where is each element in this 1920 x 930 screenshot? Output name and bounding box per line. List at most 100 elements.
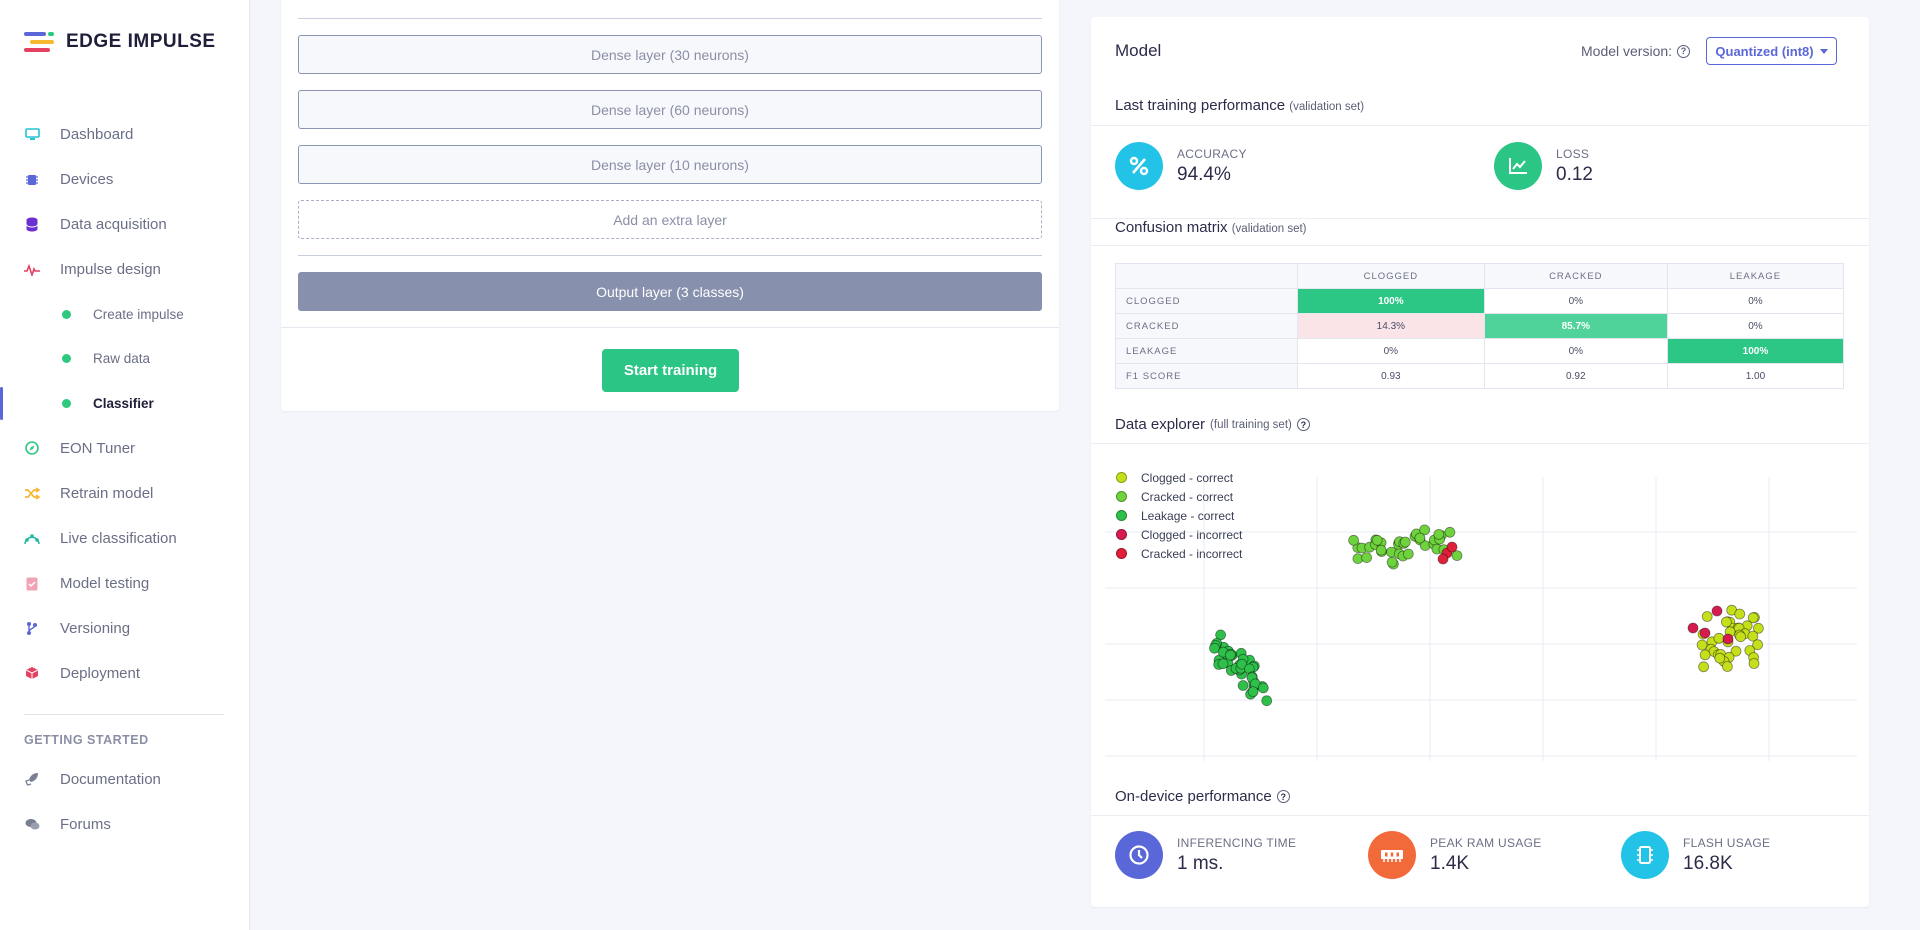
legend-item[interactable]: Cracked - correct: [1116, 487, 1242, 506]
clogged-correct-point[interactable]: [1722, 661, 1733, 672]
sidebar-item-eon-tuner[interactable]: EON Tuner: [0, 426, 250, 471]
model-version-select[interactable]: Quantized (int8): [1706, 37, 1837, 65]
help-icon[interactable]: ?: [1276, 790, 1290, 803]
chart-line-icon: [1494, 142, 1542, 190]
sidebar-subitem-classifier[interactable]: Classifier: [0, 381, 250, 426]
leakage-correct-point[interactable]: [1225, 649, 1236, 661]
legend-swatch: [1116, 491, 1127, 502]
dense-layer-1[interactable]: Dense layer (30 neurons): [298, 35, 1042, 74]
table-row: CLOGGED 100% 0% 0%: [1115, 288, 1845, 314]
edge-impulse-logo-icon: [24, 30, 56, 54]
legend-item[interactable]: Leakage - correct: [1116, 506, 1242, 525]
clogged-incorrect-point[interactable]: [1699, 627, 1711, 639]
clogged-correct-point[interactable]: [1721, 616, 1732, 628]
leakage-correct-point[interactable]: [1217, 658, 1229, 670]
leakage-correct-point[interactable]: [1247, 686, 1259, 698]
sidebar-item-impulse-design[interactable]: Impulse design: [0, 247, 250, 292]
sidebar-item-data-acquisition[interactable]: Data acquisition: [0, 202, 250, 247]
sidebar-item-dashboard[interactable]: Dashboard: [0, 112, 250, 157]
add-extra-layer-button[interactable]: Add an extra layer: [298, 200, 1042, 239]
sidebar-item-model-testing[interactable]: Model testing: [0, 561, 250, 606]
flash-usage-metric: FLASH USAGE 16.8K: [1621, 831, 1770, 879]
dense-layer-3[interactable]: Dense layer (10 neurons): [298, 145, 1042, 184]
sidebar-item-label: Data acquisition: [60, 216, 167, 233]
clogged-correct-point[interactable]: [1713, 632, 1725, 644]
help-icon[interactable]: ?: [1296, 418, 1310, 431]
cracked-correct-point[interactable]: [1402, 548, 1414, 560]
sidebar-item-label: Devices: [60, 171, 114, 188]
start-training-button[interactable]: Start training: [602, 349, 739, 392]
legend-item[interactable]: Clogged - correct: [1116, 468, 1242, 487]
dense-layer-2[interactable]: Dense layer (60 neurons): [298, 90, 1042, 129]
logo[interactable]: EDGE IMPULSE: [24, 30, 216, 54]
leakage-correct-point[interactable]: [1257, 682, 1269, 694]
sidebar-item-retrain-model[interactable]: Retrain model: [0, 471, 250, 516]
legend-swatch: [1116, 510, 1127, 521]
clogged-correct-point[interactable]: [1701, 611, 1713, 622]
column-header: CLOGGED: [1297, 263, 1485, 289]
clogged-correct-point[interactable]: [1698, 661, 1709, 673]
clogged-correct-point[interactable]: [1735, 631, 1746, 643]
sidebar-subitem-raw-data[interactable]: Raw data: [0, 337, 250, 382]
data-explorer-title: Data explorer (full training set) ?: [1115, 416, 1310, 433]
legend-label: Cracked - incorrect: [1141, 546, 1243, 561]
clogged-correct-point[interactable]: [1699, 649, 1711, 661]
sidebar-subitem-label: Raw data: [93, 351, 151, 367]
help-icon[interactable]: ?: [1677, 44, 1691, 58]
sidebar-subitem-create-impulse[interactable]: Create impulse: [0, 292, 250, 337]
last-training-title: Last training performance (validation se…: [1115, 97, 1364, 114]
status-dot-icon: [62, 309, 71, 319]
sidebar-item-forums[interactable]: Forums: [0, 802, 250, 847]
cracked-incorrect-point[interactable]: [1446, 541, 1458, 553]
sidebar-item-live-classification[interactable]: Live classification: [0, 516, 250, 561]
rocket-icon: [24, 771, 40, 787]
clogged-incorrect-point[interactable]: [1722, 633, 1734, 645]
cracked-correct-point[interactable]: [1348, 534, 1360, 546]
model-version-label: Model version: ?: [1581, 43, 1691, 59]
legend-item[interactable]: Cracked - incorrect: [1116, 544, 1242, 563]
clipboard-check-icon: [24, 575, 40, 591]
sidebar-item-deployment[interactable]: Deployment: [0, 651, 250, 696]
table-cell: 0%: [1666, 288, 1845, 314]
legend-item[interactable]: Clogged - incorrect: [1116, 525, 1242, 544]
divider: [1091, 125, 1869, 126]
sidebar-subitem-label: Create impulse: [93, 306, 184, 322]
sidebar-item-label: Forums: [60, 815, 111, 833]
cracked-correct-point[interactable]: [1371, 534, 1383, 546]
cracked-correct-point[interactable]: [1399, 536, 1411, 548]
table-cell: 0%: [1483, 288, 1668, 314]
legend-swatch: [1116, 548, 1127, 559]
sidebar-subitem-label: Classifier: [93, 395, 154, 411]
cracked-correct-point[interactable]: [1414, 532, 1426, 544]
table-cell: 100%: [1297, 288, 1485, 314]
clogged-incorrect-point[interactable]: [1711, 605, 1723, 617]
clogged-correct-point[interactable]: [1714, 652, 1726, 664]
sidebar-item-devices[interactable]: Devices: [0, 157, 250, 202]
table-row: CRACKED 14.3% 85.7% 0%: [1115, 313, 1845, 339]
clogged-correct-point[interactable]: [1748, 658, 1760, 669]
inferencing-time-label: INFERENCING TIME: [1177, 835, 1297, 850]
cracked-correct-point[interactable]: [1433, 529, 1445, 540]
clogged-correct-point[interactable]: [1696, 639, 1708, 651]
clogged-correct-point[interactable]: [1734, 608, 1746, 620]
sidebar-item-versioning[interactable]: Versioning: [0, 606, 250, 651]
sidebar-item-documentation[interactable]: Documentation: [0, 757, 250, 802]
section-subtitle: (validation set): [1231, 223, 1307, 235]
divider: [1091, 245, 1869, 246]
leakage-correct-point[interactable]: [1261, 695, 1273, 707]
section-title-text: Last training performance: [1115, 97, 1286, 114]
leakage-correct-point[interactable]: [1237, 680, 1249, 691]
cracked-correct-point[interactable]: [1386, 556, 1398, 568]
peak-ram-value: 1.4K: [1430, 852, 1470, 874]
sidebar-item-label: Dashboard: [60, 126, 134, 143]
cracked-correct-point[interactable]: [1375, 544, 1387, 556]
output-layer[interactable]: Output layer (3 classes): [298, 272, 1042, 311]
clogged-incorrect-point[interactable]: [1687, 622, 1699, 634]
cracked-correct-point[interactable]: [1361, 552, 1373, 563]
divider: [1091, 815, 1869, 816]
model-version-value: Quantized (int8): [1715, 43, 1814, 59]
cracked-incorrect-point[interactable]: [1437, 553, 1449, 565]
status-dot-icon: [62, 354, 71, 364]
section-title-text: Data explorer: [1115, 416, 1206, 433]
cracked-correct-point[interactable]: [1444, 526, 1456, 538]
